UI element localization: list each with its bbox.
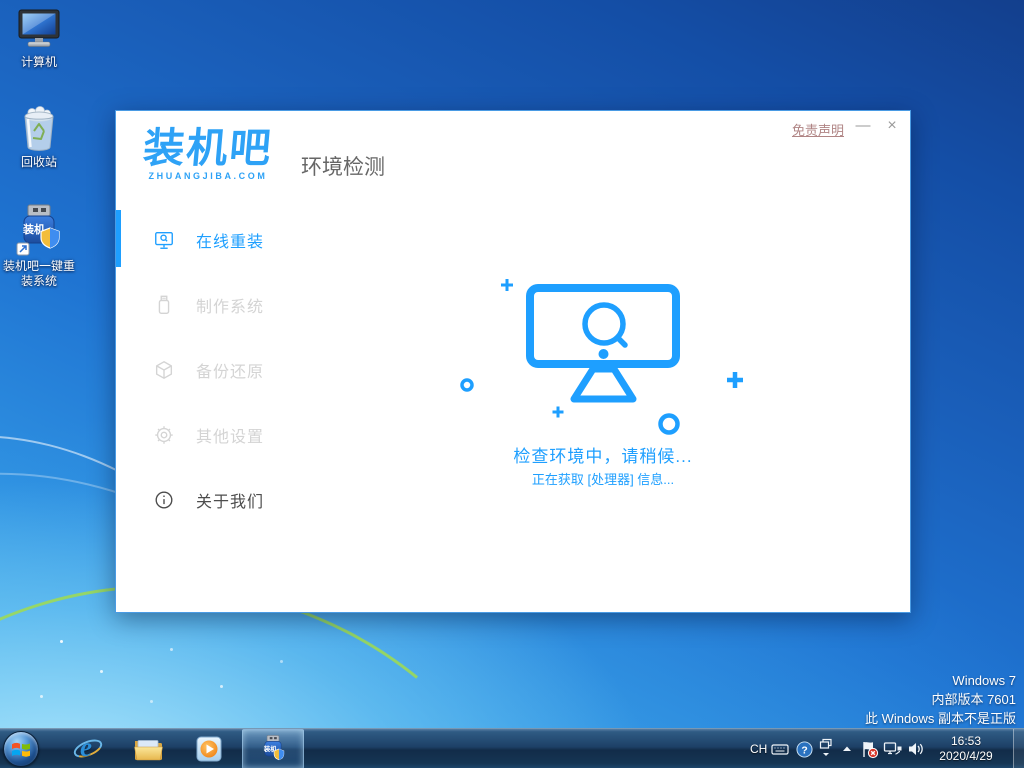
ie-letter: e <box>80 732 92 763</box>
usb-installer-icon: 装机 <box>15 204 63 256</box>
sidebar-item-label: 备份还原 <box>196 358 264 382</box>
sidebar-item-label: 关于我们 <box>196 488 264 512</box>
status-secondary-text: 正在获取 [处理器] 信息... <box>403 469 803 488</box>
sidebar-item-online-reinstall[interactable]: 在线重装 <box>116 212 371 268</box>
backup-cube-icon <box>153 359 175 381</box>
sidebar-item-label: 在线重装 <box>196 228 264 252</box>
volume-icon[interactable] <box>907 729 926 768</box>
help-icon[interactable]: ? <box>796 729 813 768</box>
taskbar-zhuangjiba-button-active[interactable]: 装机 <box>242 729 304 768</box>
environment-check-illustration <box>446 271 776 446</box>
recycle-bin-icon <box>17 106 61 152</box>
language-indicator[interactable]: CH <box>750 729 767 768</box>
plus-decoration <box>501 279 513 291</box>
circle-decoration <box>661 416 678 433</box>
show-hidden-icons-button[interactable] <box>840 729 854 768</box>
start-button[interactable] <box>3 731 39 767</box>
desktop-icon-recycle-bin[interactable]: 回收站 <box>0 106 78 170</box>
taskbar-explorer-button[interactable] <box>126 729 170 768</box>
gear-icon <box>153 424 175 446</box>
sidebar-item-label: 制作系统 <box>196 293 264 317</box>
page-title: 环境检测 <box>301 151 385 181</box>
show-desktop-button[interactable] <box>1013 729 1024 768</box>
question-glyph: ? <box>801 745 807 756</box>
desktop-icon-computer[interactable]: 计算机 <box>0 8 78 70</box>
input-method-icon[interactable] <box>818 729 834 768</box>
sidebar-item-about-us[interactable]: 关于我们 <box>116 472 371 528</box>
action-center-flag-icon[interactable] <box>860 729 879 768</box>
desktop-icon-zhuangjiba[interactable]: 装机 装机吧一键重装系统 <box>0 204 78 289</box>
zhuangjiba-window: 装机吧 ZHUANGJIBA.COM 环境检测 免责声明 — × 在线重装 制作… <box>115 110 911 613</box>
status-primary-text: 检查环境中，请稍候... <box>403 442 803 467</box>
wallpaper-sparkles <box>60 640 63 643</box>
sidebar-item-backup-restore[interactable]: 备份还原 <box>116 342 371 398</box>
app-logo-text: 装机吧 <box>130 125 286 171</box>
windows-logo-icon <box>11 740 31 758</box>
watermark-line: 此 Windows 副本不是正版 <box>865 709 1016 728</box>
clock[interactable]: 16:53 2020/4/29 <box>930 729 1002 768</box>
desktop-icon-label: 计算机 <box>0 55 78 70</box>
usb-installer-icon: 装机 <box>260 734 286 764</box>
plus-decoration <box>553 407 564 418</box>
internet-explorer-icon: e <box>72 733 104 765</box>
sidebar-item-make-system[interactable]: 制作系统 <box>116 277 371 333</box>
media-player-icon <box>194 734 224 764</box>
clock-date: 2020/4/29 <box>930 749 1002 764</box>
plus-decoration <box>727 372 743 388</box>
taskbar-media-player-button[interactable] <box>187 729 231 768</box>
watermark-line: Windows 7 <box>865 671 1016 690</box>
app-logo: 装机吧 ZHUANGJIBA.COM <box>132 125 284 181</box>
desktop-icon-label: 回收站 <box>0 155 78 170</box>
close-button[interactable]: × <box>879 114 905 138</box>
clock-time: 16:53 <box>930 734 1002 749</box>
minimize-button[interactable]: — <box>850 114 876 138</box>
computer-icon <box>16 8 62 52</box>
network-icon[interactable] <box>883 729 902 768</box>
folder-icon <box>133 736 164 763</box>
watermark-line: 内部版本 7601 <box>865 690 1016 709</box>
sidebar-item-label: 其他设置 <box>196 423 264 447</box>
keyboard-layout-icon[interactable] <box>771 729 789 768</box>
desktop-icon-label: 装机吧一键重装系统 <box>0 259 78 289</box>
monitor-search-icon <box>153 229 175 251</box>
app-logo-subtext: ZHUANGJIBA.COM <box>132 171 284 181</box>
info-icon <box>153 489 175 511</box>
taskbar-internet-explorer-button[interactable]: e <box>66 729 110 768</box>
disclaimer-link[interactable]: 免责声明 <box>792 120 844 139</box>
usb-drive-icon <box>153 294 175 316</box>
windows-watermark: Windows 7 内部版本 7601 此 Windows 副本不是正版 <box>865 671 1016 728</box>
taskbar: e <box>0 728 1024 768</box>
sidebar-item-other-settings[interactable]: 其他设置 <box>116 407 371 463</box>
circle-decoration <box>462 380 472 390</box>
